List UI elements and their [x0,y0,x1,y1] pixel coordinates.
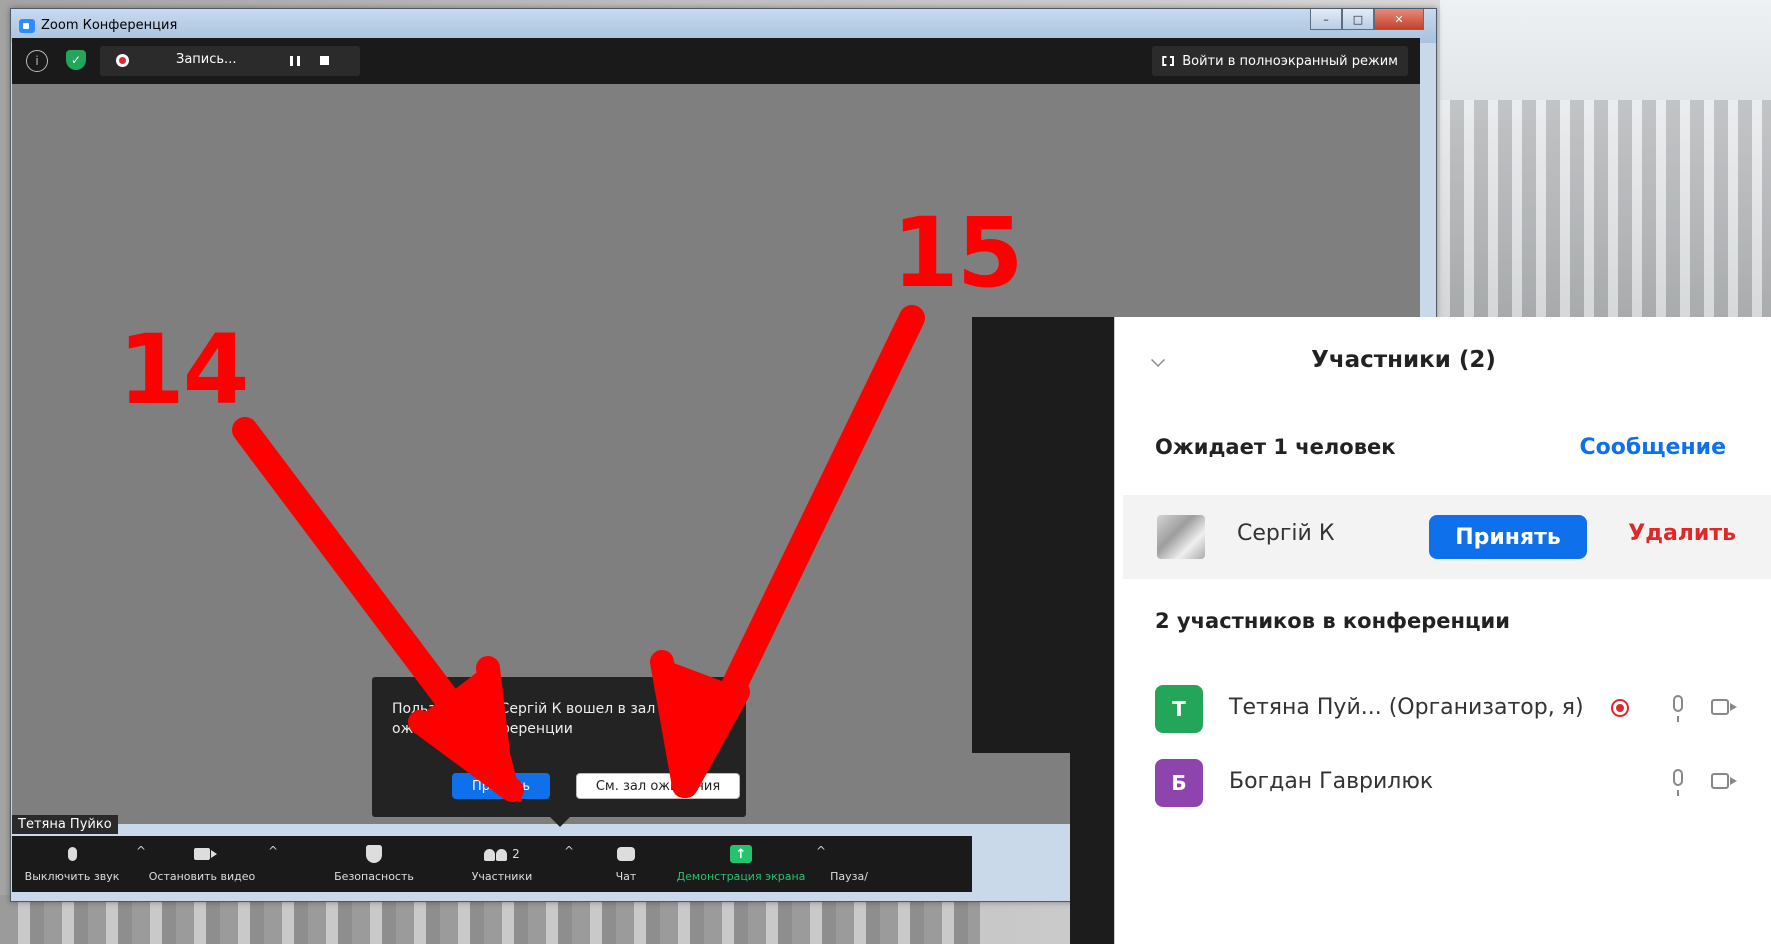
participants-label: Участники [471,870,533,883]
annotation-number-15: 15 [892,197,1024,309]
in-conference-header: 2 участников в конференции [1155,609,1510,633]
notification-text: Пользователь Сергій К вошел в зал ожидан… [392,701,656,737]
info-icon[interactable]: i [26,50,48,72]
camera-icon[interactable] [1711,773,1737,789]
meeting-top-bar: i ✓ Запись... Войти в полноэкранный режи… [12,38,1420,84]
notification-accept-button[interactable]: Принять [452,773,550,799]
participant-row[interactable]: Т Тетяна Пуй... (Организатор, я) [1155,681,1771,737]
share-screen-label: Демонстрация экрана [676,870,806,883]
see-waiting-room-button[interactable]: См. зал ожидания [576,773,740,799]
camera-icon [194,848,217,860]
participant-name: Тетяна Пуй... (Организатор, я) [1229,695,1584,720]
recording-indicator: Запись... [100,46,360,76]
participants-button[interactable]: 2 Участники [460,842,544,883]
pause-share-button[interactable]: Пауза/ [824,842,874,883]
participant-row[interactable]: Б Богдан Гаврилюк [1155,755,1771,811]
participants-panel: Участники (2) Ожидает 1 человек Сообщени… [1114,317,1771,944]
participants-count: 2 [512,847,520,861]
chat-button[interactable]: Чат [596,842,656,883]
panel-title: Участники (2) [1311,347,1496,373]
participant-name: Богдан Гаврилюк [1229,769,1434,794]
zoom-app-icon [19,19,35,33]
recording-icon [1611,699,1629,717]
fullscreen-button[interactable]: Войти в полноэкранный режим [1152,46,1408,76]
remove-button[interactable]: Удалить [1628,521,1736,546]
waiting-header: Ожидает 1 человек [1155,435,1396,459]
microphone-icon[interactable] [1673,769,1683,796]
fullscreen-label: Войти в полноэкранный режим [1182,53,1398,69]
share-screen-button[interactable]: ↑ Демонстрация экрана [666,842,816,883]
participants-options-chevron-icon[interactable]: ^ [564,844,574,858]
mute-label: Выключить звук [24,870,120,883]
meeting-toolbar: Выключить звук ^ Остановить видео ^ Безо… [12,836,972,892]
stop-video-button[interactable]: Остановить видео [140,842,264,883]
fullscreen-icon [1162,56,1175,66]
pause-share-label: Пауза/ [830,870,868,883]
message-waiting-link[interactable]: Сообщение [1579,435,1726,460]
video-options-chevron-icon[interactable]: ^ [268,844,278,858]
window-controls: – □ ✕ [1310,9,1424,31]
recording-label: Запись... [176,52,237,67]
avatar: Б [1155,759,1203,807]
microphone-icon [67,847,77,861]
participant-name-tag: Тетяна Пуйко [12,815,118,834]
waiting-participant-name: Сергій К [1237,521,1335,546]
share-screen-icon: ↑ [730,845,752,863]
record-icon [116,54,129,67]
maximize-button[interactable]: □ [1342,9,1374,30]
mute-button[interactable]: Выключить звук [20,842,124,883]
chat-label: Чат [615,870,637,883]
avatar: Т [1155,685,1203,733]
shield-icon[interactable]: ✓ [66,50,86,70]
annotation-number-14: 14 [118,314,250,426]
window-title: Zoom Конференция [41,18,178,33]
minimize-button[interactable]: – [1310,9,1342,30]
security-shield-icon [366,845,382,863]
background-ground [0,895,980,944]
participants-icon [484,847,508,861]
panel-backdrop [972,317,1114,753]
avatar [1157,515,1205,559]
microphone-icon[interactable] [1673,695,1683,722]
security-label: Безопасность [334,870,414,883]
camera-icon[interactable] [1711,699,1737,715]
background-building [1440,100,1771,320]
admit-button[interactable]: Принять [1429,515,1587,559]
pause-recording-icon[interactable] [290,56,300,66]
waiting-participant-row: Сергій К Принять Удалить [1123,495,1771,579]
stop-video-label: Остановить видео [148,870,256,883]
stop-recording-icon[interactable] [320,56,329,65]
security-button[interactable]: Безопасность [326,842,422,883]
chat-icon [617,847,635,861]
waiting-room-notification: Пользователь Сергій К вошел в зал ожидан… [372,677,746,827]
close-button[interactable]: ✕ [1374,9,1424,30]
panel-backdrop-lower [1070,753,1114,944]
